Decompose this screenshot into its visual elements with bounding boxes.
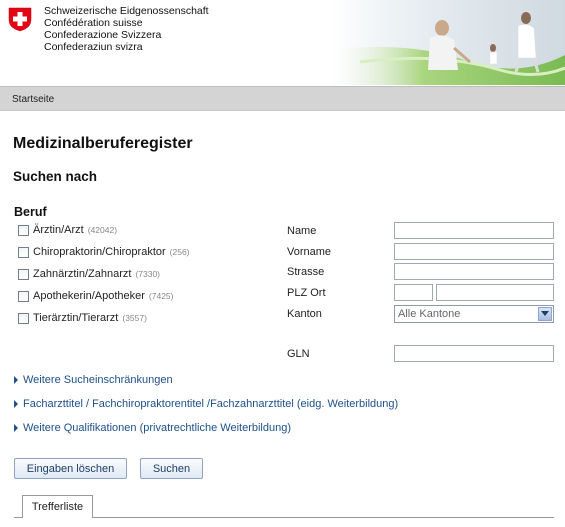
breadcrumb-home-link[interactable]: Startseite	[12, 94, 54, 105]
vorname-input[interactable]	[394, 243, 554, 260]
name-label: Name	[287, 225, 317, 237]
clear-inputs-button[interactable]: Eingaben löschen	[14, 458, 127, 479]
expander-label: Weitere Qualifikationen (privatrechtlich…	[23, 422, 291, 434]
ort-input[interactable]	[436, 284, 554, 301]
beruf-option-label: Apothekerin/Apotheker	[33, 290, 145, 302]
checkbox[interactable]	[18, 268, 29, 280]
site-header: Schweizerische Eidgenossenschaft Confédé…	[0, 0, 565, 85]
confederation-name-rm: Confederaziun svizra	[44, 41, 143, 53]
gln-label: GLN	[287, 348, 310, 360]
expander-weitere-qualifikationen[interactable]: Weitere Qualifikationen (privatrechtlich…	[14, 422, 291, 434]
gln-input[interactable]	[394, 345, 554, 362]
confederation-name-it: Confederazione Svizzera	[44, 29, 162, 41]
beruf-option-label: Chiropraktorin/Chiropraktor	[33, 246, 166, 258]
page-title: Medizinalberuferegister	[13, 135, 193, 152]
strasse-label: Strasse	[287, 266, 325, 278]
expander-label: Facharzttitel / Fachchiropraktorentitel …	[23, 398, 399, 410]
tab-bar-line	[14, 517, 554, 518]
expander-facharzttitel[interactable]: Facharzttitel / Fachchiropraktorentitel …	[14, 398, 398, 410]
beruf-option-count: (3557)	[122, 313, 147, 323]
confederation-names: Schweizerische Eidgenossenschaft Confédé…	[44, 5, 209, 53]
beruf-option-arzt[interactable]: Ärztin/Arzt (42042)	[18, 222, 117, 238]
chevron-down-icon[interactable]	[538, 307, 552, 321]
expander-weitere-sucheinschraenkungen[interactable]: Weitere Sucheinschränkungen	[14, 374, 173, 386]
checkbox[interactable]	[18, 246, 29, 258]
beruf-option-label: Tierärztin/Tierarzt	[33, 312, 119, 324]
swiss-flag-logo	[8, 7, 32, 32]
triangle-right-icon	[14, 400, 18, 408]
beruf-option-count: (256)	[169, 247, 190, 257]
strasse-input[interactable]	[394, 263, 554, 280]
confederation-name-fr: Confédération suisse	[44, 17, 143, 29]
beruf-option-count: (7425)	[148, 291, 174, 301]
breadcrumb-bar: Startseite	[0, 86, 565, 111]
name-input[interactable]	[394, 222, 554, 239]
checkbox[interactable]	[18, 290, 29, 302]
checkbox[interactable]	[18, 312, 29, 324]
kanton-label: Kanton	[287, 308, 322, 320]
checkbox[interactable]	[18, 224, 29, 236]
section-title: Suchen nach	[13, 169, 98, 184]
beruf-option-label: Zahnärztin/Zahnarzt	[33, 268, 132, 280]
beruf-option-apotheker[interactable]: Apothekerin/Apotheker (7425)	[18, 288, 174, 304]
beruf-option-tierarzt[interactable]: Tierärztin/Tierarzt (3557)	[18, 310, 147, 326]
kanton-selected-value: Alle Kantone	[398, 308, 461, 320]
expander-label: Weitere Sucheinschränkungen	[23, 374, 173, 386]
beruf-option-count: (42042)	[87, 225, 118, 235]
beruf-option-zahnarzt[interactable]: Zahnärztin/Zahnarzt (7330)	[18, 266, 160, 282]
beruf-option-label: Ärztin/Arzt	[33, 224, 84, 236]
tab-trefferliste[interactable]: Trefferliste	[22, 495, 93, 518]
beruf-option-chiropraktor[interactable]: Chiropraktorin/Chiropraktor (256)	[18, 244, 190, 260]
plz-ort-label: PLZ Ort	[287, 287, 326, 299]
triangle-right-icon	[14, 376, 18, 384]
plz-input[interactable]	[394, 284, 433, 301]
header-banner-image	[330, 0, 565, 85]
confederation-name-de: Schweizerische Eidgenossenschaft	[44, 5, 209, 17]
beruf-option-count: (7330)	[135, 269, 161, 279]
triangle-right-icon	[14, 424, 18, 432]
vorname-label: Vorname	[287, 246, 332, 258]
search-button[interactable]: Suchen	[140, 458, 203, 479]
kanton-select[interactable]: Alle Kantone	[394, 305, 554, 323]
beruf-heading: Beruf	[14, 205, 47, 219]
